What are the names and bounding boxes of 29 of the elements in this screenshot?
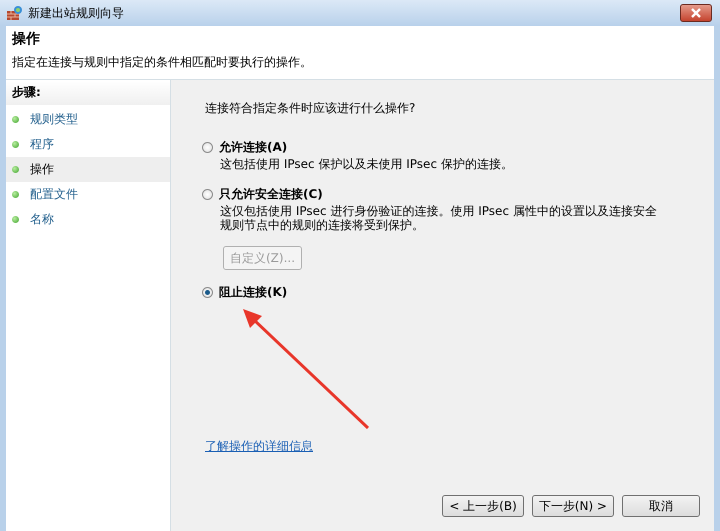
option-description: 这包括使用 IPsec 保护以及未使用 IPsec 保护的连接。 — [220, 158, 514, 172]
radio-button[interactable] — [202, 188, 213, 200]
wizard-button[interactable]: 下一步(N) > — [532, 495, 614, 517]
page-title: 操作 — [12, 30, 41, 48]
wizard-button[interactable]: 取消 — [622, 495, 700, 517]
firewall-icon — [6, 5, 22, 21]
step-item[interactable]: 规则类型 — [6, 107, 170, 132]
option-description: 这仅包括使用 IPsec 进行身份验证的连接。使用 IPsec 属性中的设置以及连接安全规则节点中的规则的连接将受到保护。 — [220, 204, 658, 232]
radio-button[interactable] — [202, 142, 213, 153]
step-item[interactable]: 名称 — [6, 207, 170, 232]
page-subtitle: 指定在连接与规则中指定的条件相匹配时要执行的操作。 — [12, 54, 313, 71]
option-label[interactable]: 允许连接(A) — [219, 139, 288, 156]
bullet-icon — [12, 191, 19, 198]
step-item[interactable]: 操作 — [6, 157, 170, 182]
step-item[interactable]: 配置文件 — [6, 182, 170, 207]
option-label[interactable]: 只允许安全连接(C) — [219, 186, 323, 203]
question-text: 连接符合指定条件时应该进行什么操作? — [205, 100, 416, 117]
bullet-icon — [12, 116, 19, 123]
option-label[interactable]: 阻止连接(K) — [219, 284, 288, 302]
close-icon — [690, 8, 702, 18]
wizard-button[interactable]: < 上一步(B) — [442, 495, 524, 517]
close-button[interactable] — [680, 4, 712, 22]
bullet-icon — [12, 141, 19, 148]
radio-button[interactable] — [202, 287, 213, 298]
step-item[interactable]: 程序 — [6, 132, 170, 157]
help-link[interactable]: 了解操作的详细信息 — [205, 438, 313, 455]
bullet-icon — [12, 216, 19, 223]
window-title: 新建出站规则向导 — [28, 4, 125, 22]
bullet-icon — [12, 166, 19, 173]
